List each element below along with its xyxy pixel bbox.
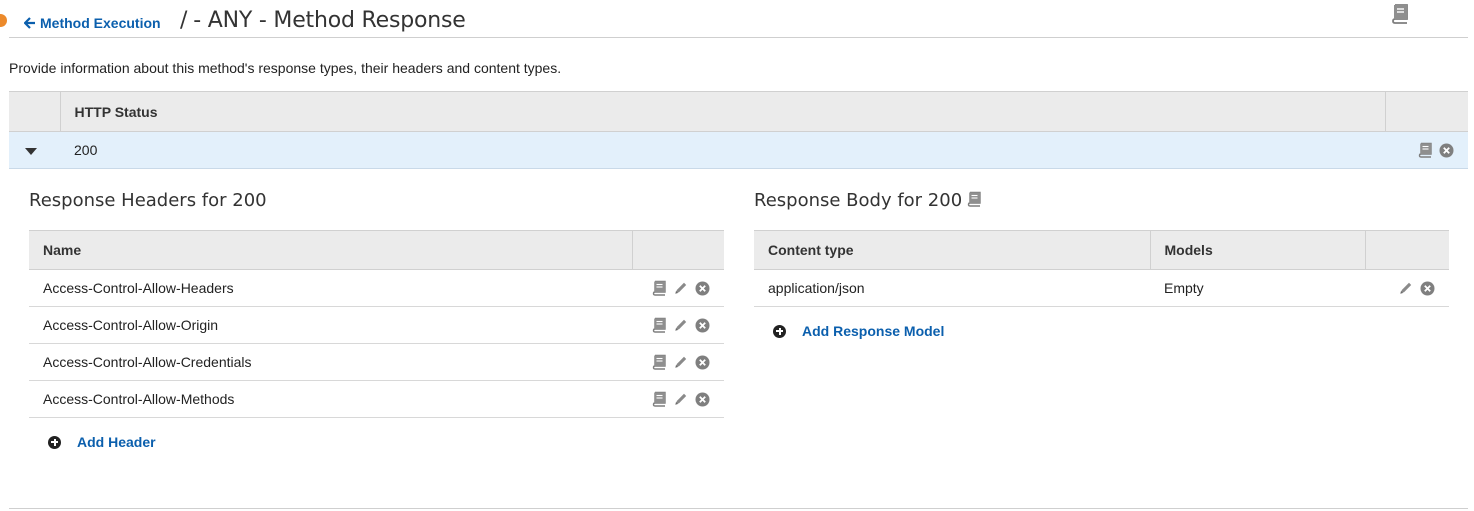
plus-circle-icon (773, 324, 786, 338)
page-header: Method Execution / - ANY - Method Respons… (9, 0, 1468, 38)
remove-circle-icon[interactable] (1439, 143, 1454, 158)
remove-circle-icon[interactable] (695, 355, 710, 370)
content-type-column-header: Content type (754, 230, 1150, 270)
pencil-icon[interactable] (1398, 280, 1414, 296)
content-type-value: application/json (754, 269, 1150, 307)
book-icon[interactable] (966, 191, 982, 212)
table-row: Access-Control-Allow-Origin (29, 306, 724, 344)
arrow-left-icon (24, 17, 36, 29)
book-icon[interactable] (1390, 3, 1410, 30)
table-row: Access-Control-Allow-Credentials (29, 343, 724, 381)
status-row[interactable]: 200 (9, 131, 1468, 169)
book-icon[interactable] (651, 280, 667, 296)
book-icon[interactable] (651, 317, 667, 333)
table-row: Access-Control-Allow-Headers (29, 269, 724, 307)
page-title: / - ANY - Method Response (180, 8, 466, 33)
status-code: 200 (60, 131, 1385, 169)
add-response-model-button[interactable]: Add Response Model (773, 323, 944, 339)
pencil-icon[interactable] (673, 317, 689, 333)
table-row: Access-Control-Allow-Methods (29, 380, 724, 418)
add-response-model-label: Add Response Model (802, 323, 945, 339)
back-link-label: Method Execution (40, 15, 161, 31)
remove-circle-icon[interactable] (1420, 281, 1435, 296)
remove-circle-icon[interactable] (695, 281, 710, 296)
title-separator: / (180, 8, 188, 33)
expand-toggle[interactable] (9, 131, 60, 169)
book-icon[interactable] (651, 354, 667, 370)
body-actions-column (1364, 230, 1449, 270)
response-body-table: Content type Models application/json Emp… (754, 230, 1449, 307)
pencil-icon[interactable] (673, 354, 689, 370)
http-status-column-header: HTTP Status (60, 91, 1385, 132)
add-header-label: Add Header (77, 434, 156, 450)
book-icon[interactable] (1417, 142, 1433, 158)
plus-circle-icon (48, 435, 61, 449)
book-icon[interactable] (651, 391, 667, 407)
add-header-button[interactable]: Add Header (48, 434, 156, 450)
header-actions-column (631, 230, 724, 270)
caret-down-icon[interactable] (25, 148, 37, 155)
divider (9, 508, 1468, 509)
models-column-header: Models (1149, 230, 1365, 270)
status-dot (0, 14, 7, 27)
actions-column-header (1384, 91, 1468, 132)
header-name: Access-Control-Allow-Headers (29, 269, 632, 307)
back-to-method-execution-link[interactable]: Method Execution (24, 15, 161, 31)
header-name: Access-Control-Allow-Credentials (29, 343, 632, 381)
page-description: Provide information about this method's … (9, 60, 562, 76)
header-name: Access-Control-Allow-Origin (29, 306, 632, 344)
response-body-title-text: Response Body for 200 (754, 190, 963, 211)
remove-circle-icon[interactable] (695, 392, 710, 407)
pencil-icon[interactable] (673, 391, 689, 407)
model-value: Empty (1150, 269, 1365, 307)
response-body-title: Response Body for 200 (754, 190, 982, 212)
response-headers-title: Response Headers for 200 (29, 190, 267, 211)
response-headers-table: Name Access-Control-Allow-Headers Access… (29, 230, 724, 418)
remove-circle-icon[interactable] (695, 318, 710, 333)
page-title-text: - ANY - Method Response (193, 8, 466, 33)
name-column-header: Name (29, 230, 632, 270)
table-row: application/json Empty (754, 269, 1449, 307)
pencil-icon[interactable] (673, 280, 689, 296)
http-status-table: HTTP Status 200 (9, 91, 1468, 169)
toggle-column-header (9, 91, 61, 132)
header-name: Access-Control-Allow-Methods (29, 380, 632, 418)
